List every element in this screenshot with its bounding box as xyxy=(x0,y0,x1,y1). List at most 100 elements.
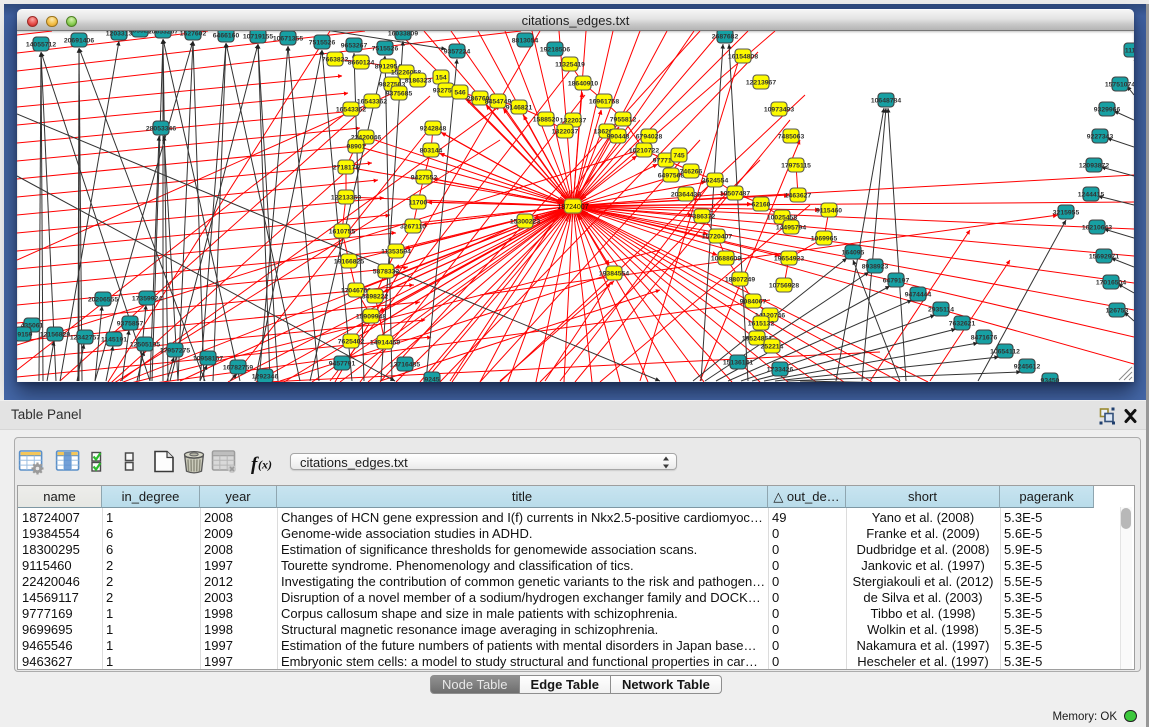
svg-text:18724007: 18724007 xyxy=(557,204,588,211)
svg-text:8938923: 8938923 xyxy=(862,263,889,270)
svg-text:10756928: 10756928 xyxy=(769,282,799,289)
svg-text:9357224: 9357224 xyxy=(444,48,471,55)
svg-text:990448: 990448 xyxy=(607,133,630,140)
svg-text:93450: 93450 xyxy=(1041,377,1060,382)
svg-text:10507487: 10507487 xyxy=(720,190,750,197)
svg-text:9084067: 9084067 xyxy=(740,298,767,305)
svg-text:1145191: 1145191 xyxy=(101,336,127,343)
svg-text:9653267: 9653267 xyxy=(341,42,368,49)
svg-text:746266: 746266 xyxy=(680,168,703,175)
svg-text:19166825: 19166825 xyxy=(334,258,364,265)
svg-text:9329966: 9329966 xyxy=(1094,106,1121,113)
svg-text:28053346: 28053346 xyxy=(146,125,176,132)
svg-text:18640910: 18640910 xyxy=(568,80,598,87)
svg-text:10973493: 10973493 xyxy=(764,106,794,113)
svg-text:1527602: 1527602 xyxy=(180,31,207,37)
svg-text:9146821: 9146821 xyxy=(506,104,533,111)
svg-text:62160: 62160 xyxy=(752,201,771,208)
svg-text:7386372: 7386372 xyxy=(689,213,716,220)
svg-text:17359924: 17359924 xyxy=(132,295,162,302)
svg-text:1463627: 1463627 xyxy=(785,192,812,199)
svg-text:9375685: 9375685 xyxy=(386,90,413,97)
svg-text:1244415: 1244415 xyxy=(1078,191,1105,198)
svg-text:19654923: 19654923 xyxy=(774,255,804,262)
svg-text:9474444: 9474444 xyxy=(905,291,932,298)
svg-text:16154808: 16154808 xyxy=(728,53,758,60)
svg-text:2935114: 2935114 xyxy=(928,306,954,313)
svg-text:20364436: 20364436 xyxy=(671,191,701,198)
svg-text:14495794: 14495794 xyxy=(776,224,806,231)
svg-text:20691406: 20691406 xyxy=(64,37,94,44)
svg-text:15909948: 15909948 xyxy=(356,313,386,320)
svg-text:3215955: 3215955 xyxy=(1053,209,1080,216)
svg-text:15300223: 15300223 xyxy=(510,218,540,225)
svg-text:12505195: 12505195 xyxy=(130,341,160,348)
svg-text:1292346: 1292346 xyxy=(252,373,279,380)
svg-text:7663822: 7663822 xyxy=(322,56,349,63)
svg-text:10671355: 10671355 xyxy=(273,35,303,42)
svg-text:9245: 9245 xyxy=(424,376,439,382)
svg-text:19384554: 19384554 xyxy=(599,270,629,277)
svg-text:16210643: 16210643 xyxy=(1082,224,1112,231)
svg-text:1322037: 1322037 xyxy=(560,117,587,124)
svg-text:16782759: 16782759 xyxy=(223,364,253,371)
svg-text:1322037: 1322037 xyxy=(552,128,579,135)
svg-text:7485063: 7485063 xyxy=(778,133,805,140)
svg-text:3498222: 3498222 xyxy=(362,293,389,300)
svg-text:11353594: 11353594 xyxy=(381,248,411,255)
svg-text:19218506: 19218506 xyxy=(540,46,570,53)
svg-text:7955812: 7955812 xyxy=(610,116,637,123)
svg-text:12213369: 12213369 xyxy=(331,194,361,201)
svg-text:126753: 126753 xyxy=(1106,307,1129,314)
svg-text:252214: 252214 xyxy=(761,343,784,350)
svg-text:2687682: 2687682 xyxy=(712,33,739,40)
svg-text:15136141: 15136141 xyxy=(723,359,753,366)
svg-text:15720407: 15720407 xyxy=(702,233,732,240)
svg-text:8471676: 8471676 xyxy=(971,334,998,341)
svg-text:10719155: 10719155 xyxy=(243,33,273,40)
svg-text:12156829: 12156829 xyxy=(40,331,70,338)
svg-text:8660124: 8660124 xyxy=(348,59,375,66)
svg-text:7625402: 7625402 xyxy=(338,338,365,345)
svg-text:1615132: 1615132 xyxy=(748,320,775,327)
svg-text:98901: 98901 xyxy=(347,143,366,150)
svg-text:15692971: 15692971 xyxy=(1089,253,1119,260)
svg-text:20206555: 20206555 xyxy=(88,296,118,303)
svg-text:16961758: 16961758 xyxy=(589,98,619,105)
svg-text:12213967: 12213967 xyxy=(746,79,776,86)
svg-text:8813054: 8813054 xyxy=(512,37,539,44)
svg-text:9115460: 9115460 xyxy=(816,207,842,214)
svg-text:9457791: 9457791 xyxy=(329,360,356,367)
svg-text:6794028: 6794028 xyxy=(636,133,663,140)
svg-text:1610755: 1610755 xyxy=(329,228,356,235)
svg-text:164095: 164095 xyxy=(842,249,865,256)
svg-text:6479197: 6479197 xyxy=(883,277,910,284)
svg-text:10688609: 10688609 xyxy=(711,255,741,262)
svg-text:5878332: 5878332 xyxy=(373,268,400,275)
svg-text:10648784: 10648784 xyxy=(871,97,901,104)
svg-text:9427552: 9427552 xyxy=(411,174,438,181)
svg-text:17957275: 17957275 xyxy=(160,347,190,354)
svg-text:14055712: 14055712 xyxy=(26,41,56,48)
svg-text:10654112: 10654112 xyxy=(990,348,1020,355)
svg-text:1069965: 1069965 xyxy=(811,235,838,242)
svg-text:17016504: 17016504 xyxy=(1096,279,1126,286)
svg-text:11325419: 11325419 xyxy=(555,61,585,68)
svg-text:(x): (x) xyxy=(258,458,272,472)
svg-text:546: 546 xyxy=(454,89,466,96)
svg-text:14914469: 14914469 xyxy=(370,339,400,346)
svg-text:13716485: 13716485 xyxy=(390,361,420,368)
svg-text:39159: 39159 xyxy=(17,331,33,338)
svg-text:16033809: 16033809 xyxy=(388,31,418,37)
svg-text:745: 745 xyxy=(673,152,685,159)
svg-text:3267110: 3267110 xyxy=(400,223,426,230)
svg-text:10958167: 10958167 xyxy=(193,355,223,362)
svg-text:9245612: 9245612 xyxy=(1014,363,1041,370)
svg-text:16543362: 16543362 xyxy=(357,98,387,105)
svg-text:18807249: 18807249 xyxy=(725,276,755,283)
svg-text:15751074: 15751074 xyxy=(1105,81,1134,88)
svg-text:3624554: 3624554 xyxy=(702,177,729,184)
svg-text:803144: 803144 xyxy=(420,147,443,154)
svg-text:1117: 1117 xyxy=(1125,47,1134,54)
svg-text:8186323: 8186323 xyxy=(405,77,432,84)
